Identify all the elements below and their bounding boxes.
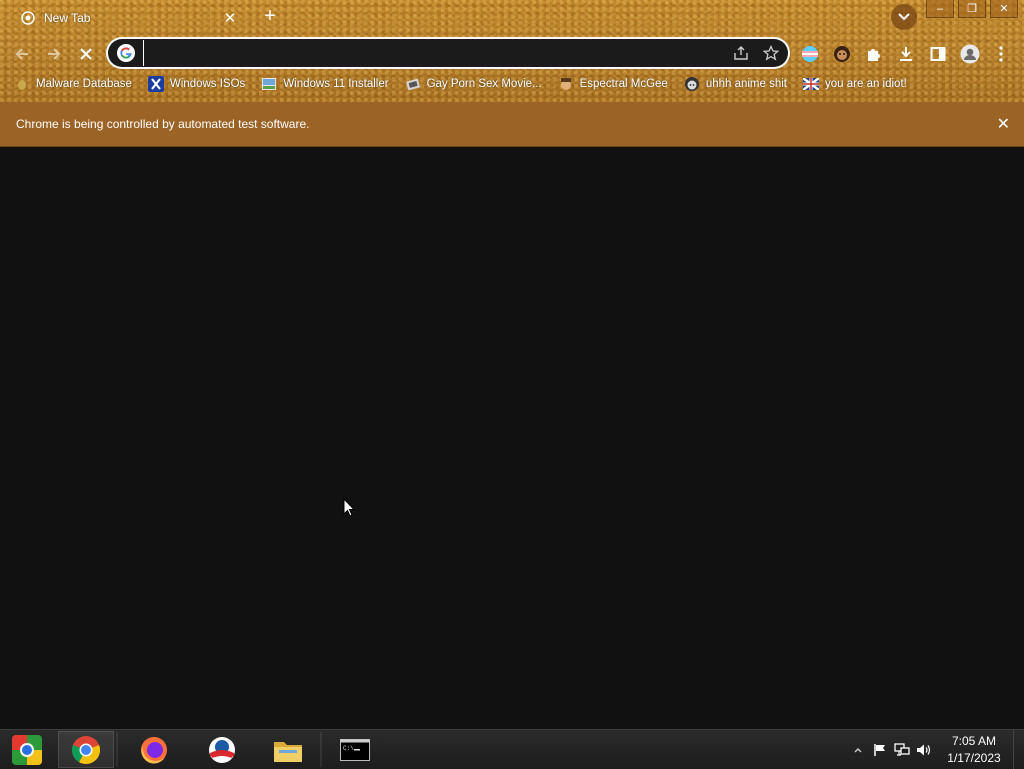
taskbar-obama-app[interactable] (194, 731, 250, 768)
automation-infobar: Chrome is being controlled by automated … (0, 102, 1024, 147)
star-icon (763, 45, 779, 61)
tab-search-button[interactable] (891, 4, 917, 30)
film-favicon-icon (405, 76, 421, 92)
bookmark-label: Espectral McGee (579, 78, 668, 90)
infobar-close-icon[interactable]: ✕ (997, 114, 1010, 134)
chrome-menu-button[interactable] (990, 41, 1012, 67)
installer-favicon-icon (261, 76, 277, 92)
browser-frame: New Tab ✕ + – ❐ ✕ Malware Database Windo… (0, 0, 1024, 102)
chrome-newtab-icon (20, 10, 36, 26)
taskbar-clock[interactable]: 7:05 AM 1/17/2023 (935, 733, 1013, 767)
kebab-menu-icon (999, 46, 1003, 62)
start-button[interactable] (6, 732, 48, 768)
extension-trans-flag[interactable] (797, 41, 823, 67)
profile-button[interactable] (957, 41, 983, 67)
chevron-down-icon (898, 13, 910, 21)
clock-date: 1/17/2023 (947, 750, 1001, 765)
network-icon (894, 742, 910, 756)
infobar-message: Chrome is being controlled by automated … (16, 117, 310, 131)
share-icon (734, 46, 748, 60)
character-favicon-icon (558, 76, 574, 92)
bookmark-star-button[interactable] (758, 40, 784, 66)
bookmark-label: Malware Database (36, 78, 132, 90)
anime-favicon-icon (684, 76, 700, 92)
share-button[interactable] (728, 40, 754, 66)
clock-time: 7:05 AM (951, 733, 997, 748)
bookmark-film-site[interactable]: Gay Porn Sex Movie... (405, 76, 542, 92)
extension-avatar[interactable] (829, 41, 855, 67)
stop-x-icon (80, 48, 92, 60)
bookmark-label: uhhh anime shit (705, 78, 788, 90)
tab-new-tab[interactable]: New Tab ✕ (8, 4, 246, 32)
start-orb-icon (12, 735, 42, 765)
windows-x-favicon-icon (147, 76, 164, 92)
bookmark-windows-11-installer[interactable]: Windows 11 Installer (261, 76, 389, 92)
taskbar-separator (320, 732, 322, 767)
window-controls: – ❐ ✕ (922, 0, 1018, 18)
chrome-icon (71, 735, 101, 764)
firefox-icon (141, 736, 167, 764)
bookmark-espectral-mcgee[interactable]: Espectral McGee (558, 76, 668, 92)
volume-button[interactable] (913, 739, 935, 761)
google-g-icon (117, 44, 135, 62)
toolbar (0, 36, 1024, 70)
side-panel-button[interactable] (925, 41, 951, 67)
taskbar-command-prompt[interactable]: C:\ (327, 731, 383, 768)
speaker-icon (917, 744, 931, 755)
mouse-cursor-icon (343, 498, 355, 517)
back-arrow-icon (15, 48, 28, 60)
maximize-button[interactable]: ❐ (958, 0, 986, 18)
side-panel-icon (930, 47, 946, 61)
bookmark-you-are-an-idiot[interactable]: you are an idiot! (803, 76, 907, 92)
bookmarks-bar: Malware Database Windows ISOs Windows 11… (0, 73, 923, 95)
close-window-button[interactable]: ✕ (990, 0, 1018, 18)
folder-icon (274, 741, 302, 762)
face-avatar-icon (834, 46, 850, 62)
taskbar-separator (116, 732, 118, 767)
taskbar-firefox[interactable] (126, 731, 182, 768)
action-center-button[interactable] (869, 739, 891, 761)
downloads-button[interactable] (893, 41, 919, 67)
tab-close-icon[interactable]: ✕ (220, 9, 240, 27)
terminal-icon: C:\ (340, 738, 370, 761)
obama-logo-icon (209, 736, 235, 763)
bookmark-label: Gay Porn Sex Movie... (426, 78, 542, 90)
taskbar-chrome[interactable] (58, 731, 114, 768)
address-bar[interactable] (108, 39, 788, 67)
flag-favicon-icon (803, 76, 820, 92)
extensions-button[interactable] (861, 41, 887, 67)
network-button[interactable] (891, 739, 913, 761)
svg-text:C:\: C:\ (343, 745, 354, 752)
stop-loading-button[interactable] (74, 42, 98, 66)
tab-title: New Tab (44, 11, 91, 25)
omnibox-input[interactable] (143, 40, 728, 66)
forward-button[interactable] (42, 42, 66, 66)
bookmark-malware-database[interactable]: Malware Database (14, 76, 132, 92)
download-icon (900, 47, 912, 61)
profile-icon (960, 44, 980, 64)
bookmark-anime[interactable]: uhhh anime shit (684, 76, 787, 92)
bookmark-label: you are an idiot! (825, 78, 907, 90)
forward-arrow-icon (48, 48, 61, 60)
page-content (0, 147, 1024, 729)
bookmark-label: Windows ISOs (169, 78, 246, 90)
show-desktop-button[interactable] (1013, 730, 1024, 769)
back-button[interactable] (10, 42, 34, 66)
new-tab-button[interactable]: + (259, 5, 281, 27)
bookmark-label: Windows 11 Installer (283, 78, 389, 90)
show-hidden-icons-button[interactable] (847, 739, 869, 761)
minimize-button[interactable]: – (926, 0, 954, 18)
taskbar-file-explorer[interactable] (260, 731, 316, 768)
bookmark-windows-isos[interactable]: Windows ISOs (147, 76, 246, 92)
flag-icon (874, 743, 885, 756)
system-tray: 7:05 AM 1/17/2023 (847, 730, 1024, 769)
puzzle-icon (868, 49, 880, 61)
chevron-up-icon (854, 747, 862, 752)
trans-flag-icon (802, 46, 818, 62)
taskbar: C:\ 7:05 AM 1/17/2023 (0, 729, 1024, 769)
malware-favicon-icon (14, 76, 30, 92)
